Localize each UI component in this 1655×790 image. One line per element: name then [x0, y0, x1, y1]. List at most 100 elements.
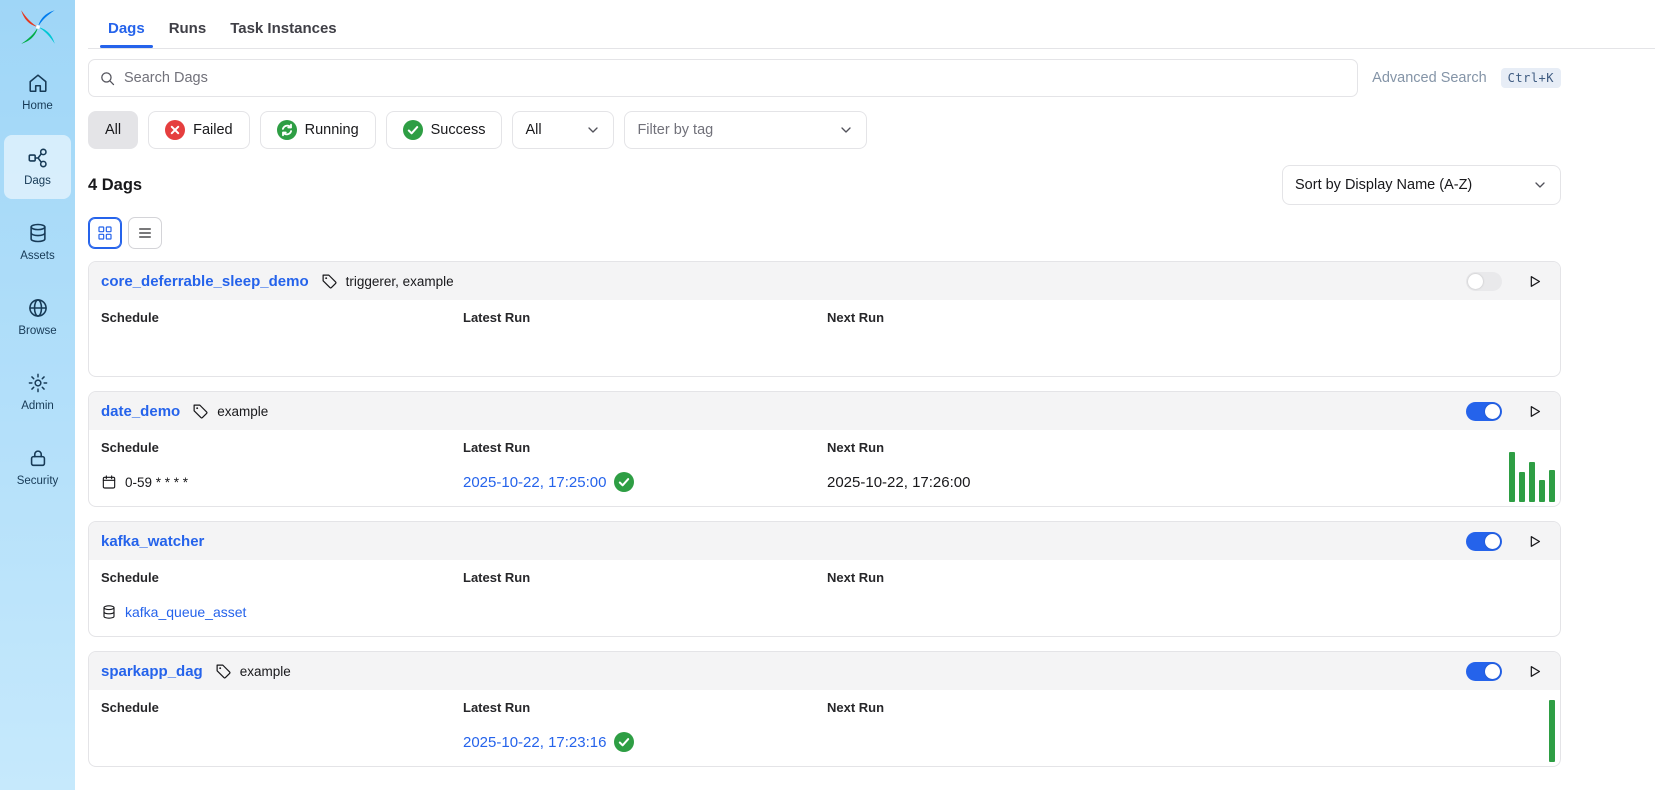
main-content: Dags Runs Task Instances Advanced Search…: [75, 0, 1655, 790]
sidebar-item-assets[interactable]: Assets: [4, 210, 71, 274]
sidebar-item-security[interactable]: Security: [4, 435, 71, 499]
advanced-search-link[interactable]: Advanced Search: [1372, 70, 1486, 86]
run-bar[interactable]: [1539, 480, 1545, 502]
failed-status-icon: [165, 120, 185, 140]
sidebar-item-browse[interactable]: Browse: [4, 285, 71, 349]
dag-tags[interactable]: example: [217, 404, 268, 419]
list-view-button[interactable]: [128, 217, 162, 249]
card-view-button[interactable]: [88, 217, 122, 249]
schedule-value: 0-59 * * * *: [125, 475, 188, 490]
tag-filter-select[interactable]: Filter by tag: [624, 111, 867, 149]
sidebar-item-admin[interactable]: Admin: [4, 360, 71, 424]
search-row: Advanced Search Ctrl+K: [88, 59, 1561, 97]
toggle-knob: [1485, 534, 1500, 549]
success-status-icon[interactable]: [614, 732, 634, 752]
trigger-dag-button[interactable]: [1520, 527, 1548, 555]
search-box[interactable]: [88, 59, 1358, 97]
assets-icon: [27, 222, 49, 244]
filter-all-button[interactable]: All: [88, 111, 138, 149]
run-bar[interactable]: [1519, 472, 1525, 502]
tab-label: Task Instances: [230, 20, 336, 37]
chevron-down-icon: [838, 122, 854, 138]
airflow-pinwheel-icon: [19, 8, 57, 46]
sidebar-item-label: Security: [17, 475, 59, 487]
next-run-column-header: Next Run: [827, 310, 1548, 325]
tag-icon: [192, 403, 209, 420]
toggle-knob: [1485, 404, 1500, 419]
success-status-icon[interactable]: [614, 472, 634, 492]
calendar-icon: [101, 474, 117, 490]
dag-card-header: core_deferrable_sleep_demo triggerer, ex…: [89, 262, 1560, 300]
dag-name-link[interactable]: sparkapp_dag: [101, 663, 203, 680]
play-icon: [1526, 403, 1543, 420]
latest-run-link[interactable]: 2025-10-22, 17:25:00: [463, 474, 606, 491]
filter-failed-button[interactable]: Failed: [148, 111, 250, 149]
filter-success-button[interactable]: Success: [386, 111, 503, 149]
filter-label: Running: [305, 122, 359, 138]
schedule-column-header: Schedule: [101, 700, 463, 715]
run-bar[interactable]: [1549, 700, 1555, 762]
admin-gear-icon: [27, 372, 49, 394]
trigger-dag-button[interactable]: [1520, 657, 1548, 685]
dag-tags[interactable]: example: [240, 664, 291, 679]
sidebar-item-label: Browse: [18, 325, 56, 337]
chevron-down-icon: [585, 122, 601, 138]
sort-select[interactable]: Sort by Display Name (A-Z): [1282, 165, 1561, 205]
dag-card-body: Schedule kafka_queue_asset Latest Run Ne…: [89, 560, 1560, 636]
sidebar-item-label: Home: [22, 100, 53, 112]
success-status-icon: [403, 120, 423, 140]
dag-card-date-demo: date_demo example Schedule 0-59 * * * *: [88, 391, 1561, 507]
run-bar[interactable]: [1529, 462, 1535, 502]
run-bar[interactable]: [1509, 452, 1515, 502]
tag-icon: [321, 273, 338, 290]
select-placeholder: Filter by tag: [637, 122, 713, 138]
search-input[interactable]: [124, 70, 1347, 86]
grid-view-icon: [97, 225, 113, 241]
sidebar-item-home[interactable]: Home: [4, 60, 71, 124]
dag-name-link[interactable]: kafka_watcher: [101, 533, 204, 550]
dag-name-link[interactable]: core_deferrable_sleep_demo: [101, 273, 309, 290]
tab-dags[interactable]: Dags: [98, 8, 155, 48]
asset-database-icon: [101, 604, 117, 620]
tab-runs[interactable]: Runs: [159, 8, 217, 48]
sidebar-item-dags[interactable]: Dags: [4, 135, 71, 199]
dag-pause-toggle[interactable]: [1466, 272, 1502, 291]
next-run-column-header: Next Run: [827, 570, 1548, 585]
paused-filter-select[interactable]: All: [512, 111, 614, 149]
latest-run-link[interactable]: 2025-10-22, 17:23:16: [463, 734, 606, 751]
filter-running-button[interactable]: Running: [260, 111, 376, 149]
schedule-column-header: Schedule: [101, 310, 463, 325]
schedule-column-header: Schedule: [101, 440, 463, 455]
filter-label: Failed: [193, 122, 233, 138]
run-history-bars[interactable]: [1509, 452, 1555, 502]
dags-icon: [27, 147, 49, 169]
schedule-asset-link[interactable]: kafka_queue_asset: [125, 604, 246, 620]
select-value: Sort by Display Name (A-Z): [1295, 177, 1472, 193]
dag-card-sparkapp-dag: sparkapp_dag example Schedule Latest Run: [88, 651, 1561, 767]
sidebar-item-label: Admin: [21, 400, 54, 412]
next-run-column-header: Next Run: [827, 700, 1548, 715]
dag-name-link[interactable]: date_demo: [101, 403, 180, 420]
tab-task-instances[interactable]: Task Instances: [220, 8, 346, 48]
running-status-icon: [277, 120, 297, 140]
toggle-knob: [1468, 274, 1483, 289]
filter-row: All Failed Running Success All Filter by…: [88, 111, 1561, 149]
dag-pause-toggle[interactable]: [1466, 662, 1502, 681]
dag-card-body: Schedule Latest Run 2025-10-22, 17:23:16…: [89, 690, 1560, 766]
dag-pause-toggle[interactable]: [1466, 532, 1502, 551]
app-window: Home Dags Assets Browse Admin: [0, 0, 1655, 790]
run-bar[interactable]: [1549, 470, 1555, 502]
filter-label: All: [105, 122, 121, 138]
tab-label: Dags: [108, 20, 145, 37]
tag-icon: [215, 663, 232, 680]
browse-globe-icon: [27, 297, 49, 319]
dag-tags[interactable]: triggerer, example: [346, 274, 454, 289]
run-history-bars[interactable]: [1549, 700, 1555, 762]
trigger-dag-button[interactable]: [1520, 397, 1548, 425]
dag-pause-toggle[interactable]: [1466, 402, 1502, 421]
airflow-logo[interactable]: [19, 8, 57, 46]
trigger-dag-button[interactable]: [1520, 267, 1548, 295]
latest-run-column-header: Latest Run: [463, 440, 827, 455]
latest-run-column-header: Latest Run: [463, 700, 827, 715]
next-run-column-header: Next Run: [827, 440, 1548, 455]
